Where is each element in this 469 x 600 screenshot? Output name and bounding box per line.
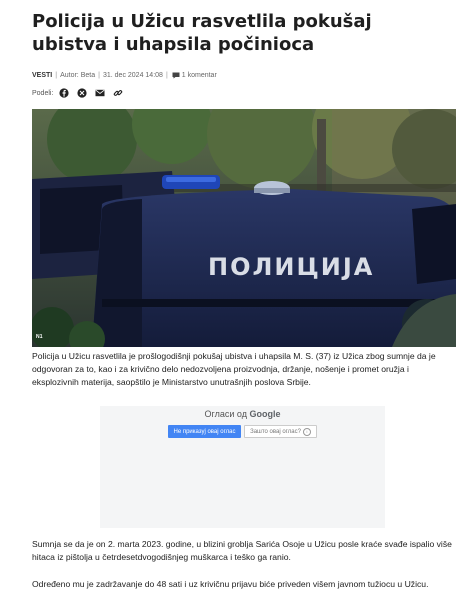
share-label: Podeli:: [32, 89, 54, 97]
facebook-icon[interactable]: [59, 88, 70, 98]
article-meta: VESTI | Autor: Beta | 31. dec 2024 14:08…: [32, 71, 217, 79]
google-brand: Google: [249, 409, 281, 419]
author-name[interactable]: Beta: [81, 72, 95, 79]
article-paragraph: Određeno mu je zadržavanje do 48 sati i …: [32, 579, 429, 589]
ad-title: Огласи од Google: [204, 409, 281, 419]
ad-placeholder: Огласи од Google Не приказуј овај оглас …: [100, 406, 385, 528]
share-bar: Podeli:: [32, 87, 131, 99]
why-ad-button[interactable]: Зашто овај оглас? i: [244, 425, 317, 438]
article-paragraph: Policija u Užicu rasvetlila je prošlogod…: [32, 351, 436, 387]
link-icon[interactable]: [113, 88, 123, 98]
van-lettering: ПОЛИЦИЈА: [208, 253, 374, 281]
x-icon[interactable]: [77, 88, 88, 98]
comment-icon[interactable]: [172, 72, 180, 79]
category-link[interactable]: VESTI: [32, 72, 52, 79]
article-paragraph: Sumnja se da je on 2. marta 2023. godine…: [32, 539, 452, 562]
stop-ad-button[interactable]: Не приказуј овај оглас: [168, 425, 241, 438]
article-photo: ПОЛИЦИЈА N1: [32, 109, 456, 347]
publish-date: 31. dec 2024 14:08: [102, 71, 163, 79]
article-title: Policija u Užicu rasvetlila pokušaj ubis…: [32, 11, 372, 55]
comments-link[interactable]: 1 komentar: [182, 72, 217, 79]
author-label: Autor:: [60, 71, 79, 79]
photo-credit: N1: [36, 334, 43, 340]
info-icon: i: [302, 427, 311, 436]
email-icon[interactable]: [95, 88, 105, 98]
